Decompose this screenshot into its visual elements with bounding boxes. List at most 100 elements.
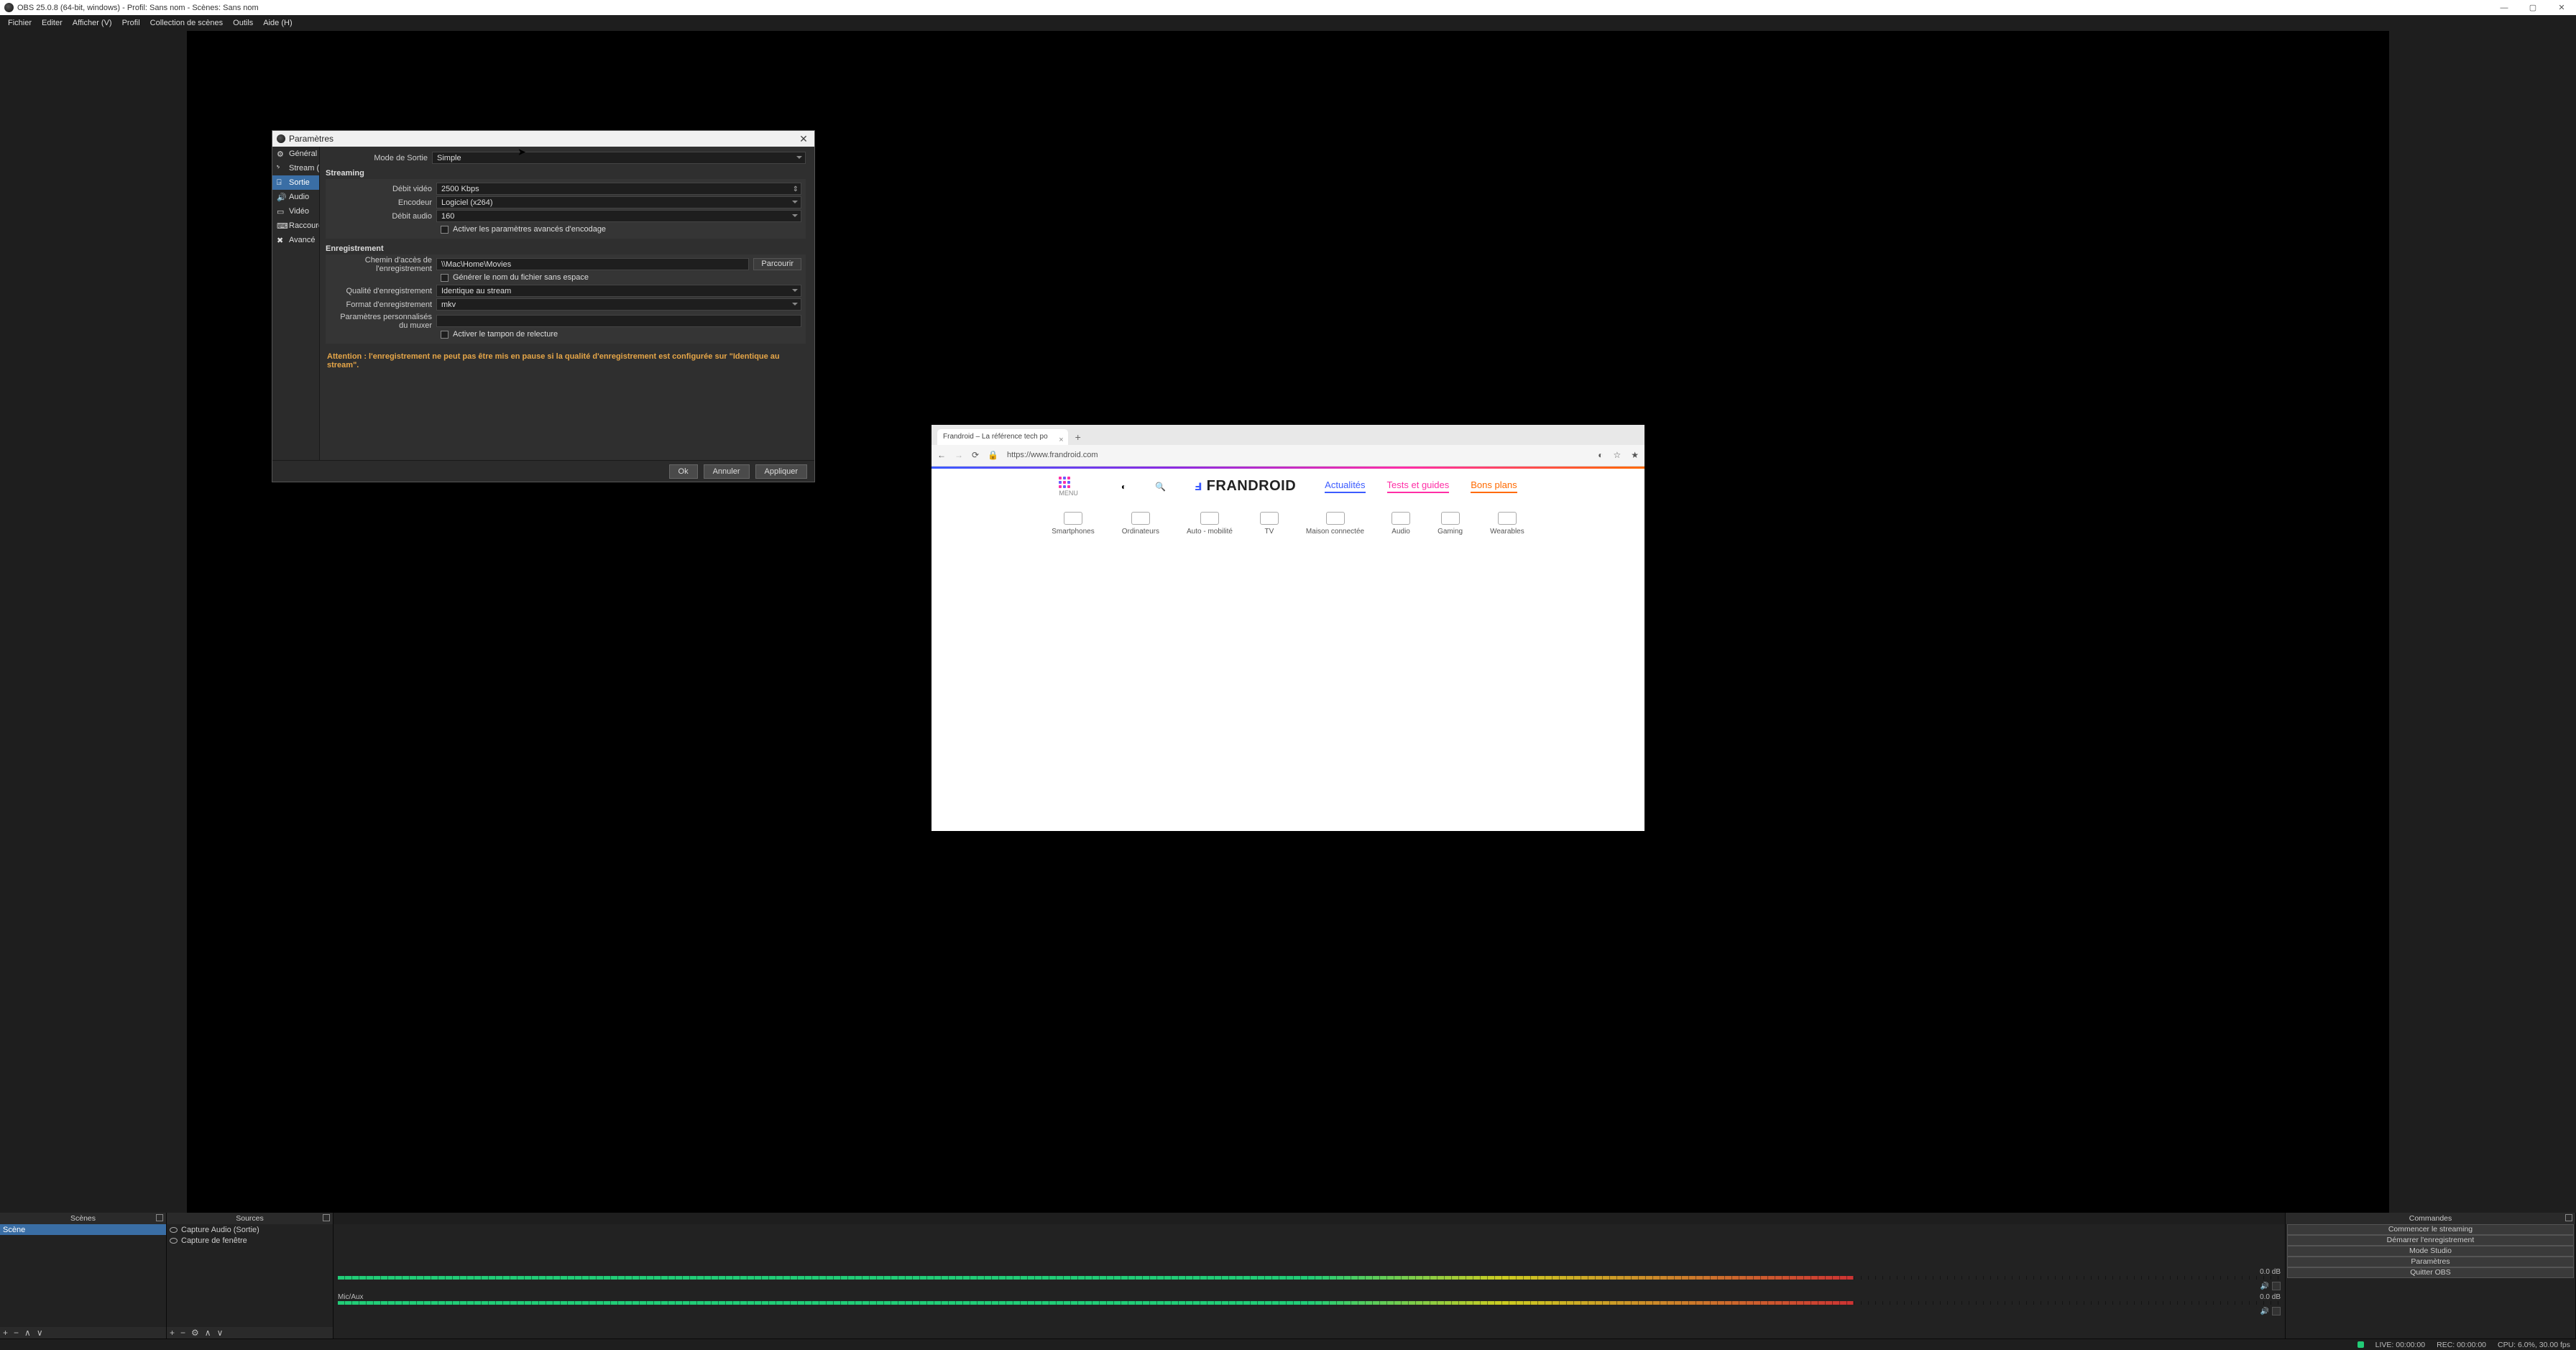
browser-tab[interactable]: Frandroid – La référence tech po × bbox=[937, 429, 1068, 445]
sidebar-item-video[interactable]: ▭Vidéo bbox=[272, 204, 319, 219]
rec-format-select[interactable]: mkv bbox=[436, 298, 801, 311]
darkmode-icon[interactable]: ◐ bbox=[1121, 482, 1126, 492]
rec-path-label: Chemin d'accès de l'enregistrement bbox=[330, 256, 436, 273]
menu-profil[interactable]: Profil bbox=[117, 15, 145, 31]
sidebar-item-raccourcis[interactable]: ⌨Raccourcis clavier bbox=[272, 219, 319, 233]
menu-fichier[interactable]: Fichier bbox=[3, 15, 37, 31]
nav-tests[interactable]: Tests et guides bbox=[1387, 479, 1450, 493]
scene-down-button[interactable]: ∨ bbox=[37, 1328, 43, 1338]
mode-select[interactable]: Simple bbox=[432, 152, 806, 164]
url-field[interactable]: https://www.frandroid.com bbox=[1007, 451, 1589, 459]
source-up-button[interactable]: ∧ bbox=[205, 1328, 211, 1338]
cat-smartphones[interactable]: Smartphones bbox=[1052, 512, 1094, 536]
add-scene-button[interactable]: + bbox=[3, 1328, 8, 1338]
new-tab-button[interactable]: + bbox=[1075, 431, 1081, 443]
add-source-button[interactable]: + bbox=[170, 1328, 175, 1338]
track-settings-icon[interactable] bbox=[2272, 1282, 2281, 1290]
speaker-icon bbox=[1392, 512, 1410, 525]
cat-ordinateurs[interactable]: Ordinateurs bbox=[1122, 512, 1159, 536]
controls-dock-title[interactable]: Commandes bbox=[2286, 1213, 2575, 1224]
advanced-encode-checkbox[interactable] bbox=[441, 226, 448, 234]
laptop-icon bbox=[1131, 512, 1150, 525]
gen-name-row[interactable]: Générer le nom du fichier sans espace bbox=[330, 271, 801, 284]
sidebar-item-avance[interactable]: ✖Avancé bbox=[272, 233, 319, 247]
menu-button[interactable]: MENU bbox=[1059, 477, 1078, 497]
popout-icon[interactable] bbox=[156, 1214, 163, 1221]
rec-path-input[interactable]: \\Mac\Home\Movies bbox=[436, 258, 749, 270]
gen-name-label: Générer le nom du fichier sans espace bbox=[453, 273, 589, 282]
encoder-select[interactable]: Logiciel (x264) bbox=[436, 196, 801, 208]
dialog-titlebar[interactable]: Paramètres ✕ bbox=[272, 131, 814, 147]
dialog-close-button[interactable]: ✕ bbox=[793, 131, 814, 147]
cat-auto[interactable]: Auto - mobilité bbox=[1187, 512, 1233, 536]
gen-name-checkbox[interactable] bbox=[441, 274, 448, 282]
menu-aide[interactable]: Aide (H) bbox=[258, 15, 297, 31]
menu-collection[interactable]: Collection de scènes bbox=[145, 15, 229, 31]
scene-up-button[interactable]: ∧ bbox=[24, 1328, 31, 1338]
eye-icon[interactable] bbox=[170, 1227, 178, 1233]
source-item[interactable]: Capture Audio (Sortie) bbox=[167, 1224, 333, 1235]
remove-source-button[interactable]: − bbox=[180, 1328, 185, 1338]
cat-tv[interactable]: TV bbox=[1260, 512, 1279, 536]
popout-icon[interactable] bbox=[2565, 1214, 2572, 1221]
studio-mode-button[interactable]: Mode Studio bbox=[2287, 1246, 2574, 1257]
track-settings-icon[interactable] bbox=[2272, 1307, 2281, 1315]
scene-item[interactable]: Scène bbox=[0, 1224, 166, 1235]
sidebar-item-stream[interactable]: ᖮStream (flux) bbox=[272, 161, 319, 175]
source-props-button[interactable]: ⚙ bbox=[191, 1328, 199, 1338]
replay-checkbox[interactable] bbox=[441, 331, 448, 339]
nav-bonsplans[interactable]: Bons plans bbox=[1471, 479, 1517, 493]
menu-editer[interactable]: Editer bbox=[37, 15, 68, 31]
search-icon[interactable]: 🔍 bbox=[1155, 482, 1166, 492]
back-icon[interactable]: ← bbox=[937, 450, 946, 460]
browse-button[interactable]: Parcourir bbox=[753, 258, 801, 270]
sources-dock-title[interactable]: Sources bbox=[167, 1213, 333, 1224]
bookmarks-icon[interactable]: ★ bbox=[1631, 450, 1639, 460]
source-item[interactable]: Capture de fenêtre bbox=[167, 1235, 333, 1246]
sidebar-item-sortie[interactable]: ⍈Sortie bbox=[272, 175, 319, 190]
mute-icon[interactable]: 🔊 bbox=[2260, 1308, 2269, 1315]
maximize-button[interactable]: ▢ bbox=[2518, 0, 2547, 15]
menu-outils[interactable]: Outils bbox=[228, 15, 258, 31]
cat-wearables[interactable]: Wearables bbox=[1490, 512, 1524, 536]
eye-icon[interactable] bbox=[170, 1238, 178, 1244]
cancel-button[interactable]: Annuler bbox=[704, 464, 750, 479]
audio-bitrate-select[interactable]: 160 bbox=[436, 210, 801, 222]
browser-toolbar: ← → ⟳ 🔒 https://www.frandroid.com ◐ ☆ ★ bbox=[932, 445, 1644, 467]
forward-icon[interactable]: → bbox=[954, 450, 963, 460]
nav-actualites[interactable]: Actualités bbox=[1325, 479, 1365, 493]
popout-icon[interactable] bbox=[323, 1214, 330, 1221]
cat-audio[interactable]: Audio bbox=[1392, 512, 1410, 536]
reader-icon[interactable]: ◐ bbox=[1598, 450, 1603, 460]
window-title: OBS 25.0.8 (64-bit, windows) - Profil: S… bbox=[17, 4, 259, 12]
exit-button[interactable]: Quitter OBS bbox=[2287, 1267, 2574, 1278]
ok-button[interactable]: Ok bbox=[669, 464, 698, 479]
track-level: 0.0 dB bbox=[2260, 1268, 2281, 1276]
sidebar-item-audio[interactable]: 🔊Audio bbox=[272, 190, 319, 204]
scenes-dock-title[interactable]: Scènes bbox=[0, 1213, 166, 1224]
rec-quality-select[interactable]: Identique au stream bbox=[436, 285, 801, 297]
star-icon[interactable]: ☆ bbox=[1613, 450, 1621, 460]
tab-close-icon[interactable]: × bbox=[1059, 432, 1063, 448]
start-record-button[interactable]: Démarrer l'enregistrement bbox=[2287, 1235, 2574, 1246]
apply-button[interactable]: Appliquer bbox=[755, 464, 807, 479]
settings-panel: Mode de Sortie Simple Streaming Débit vi… bbox=[320, 147, 814, 460]
advanced-encode-row[interactable]: Activer les paramètres avancés d'encodag… bbox=[330, 223, 801, 236]
close-button[interactable]: ✕ bbox=[2547, 0, 2576, 15]
menu-afficher[interactable]: Afficher (V) bbox=[68, 15, 117, 31]
remove-scene-button[interactable]: − bbox=[14, 1328, 19, 1338]
source-down-button[interactable]: ∨ bbox=[217, 1328, 224, 1338]
refresh-icon[interactable]: ⟳ bbox=[972, 450, 979, 460]
start-stream-button[interactable]: Commencer le streaming bbox=[2287, 1224, 2574, 1235]
settings-button[interactable]: Paramètres bbox=[2287, 1257, 2574, 1267]
sidebar-item-general[interactable]: ⚙Général bbox=[272, 147, 319, 161]
cat-maison[interactable]: Maison connectée bbox=[1306, 512, 1364, 536]
minimize-button[interactable]: — bbox=[2490, 0, 2518, 15]
mute-icon[interactable]: 🔊 bbox=[2260, 1282, 2269, 1290]
replay-row[interactable]: Activer le tampon de relecture bbox=[330, 328, 801, 341]
cat-gaming[interactable]: Gaming bbox=[1438, 512, 1463, 536]
streaming-header: Streaming bbox=[326, 169, 806, 178]
site-logo[interactable]: ⅎ FRANDROID bbox=[1195, 478, 1296, 495]
video-bitrate-input[interactable]: 2500 Kbps bbox=[436, 183, 801, 195]
muxer-input[interactable] bbox=[436, 315, 801, 327]
